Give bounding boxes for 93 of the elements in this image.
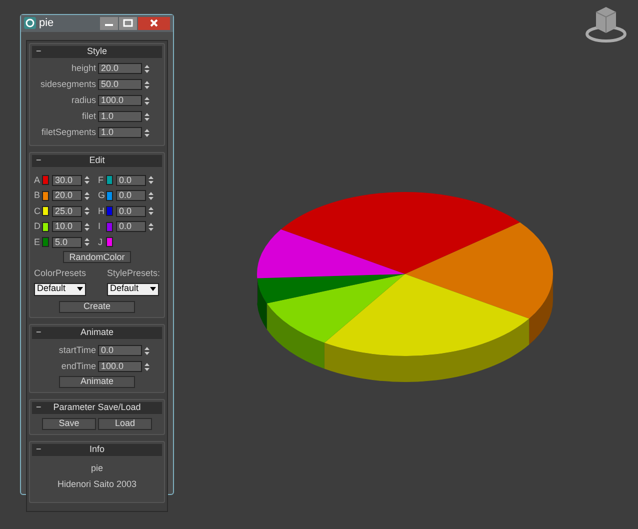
caret-icon xyxy=(77,287,83,291)
collapse-toggle[interactable]: − xyxy=(36,47,46,56)
window-title: pie xyxy=(39,16,55,31)
rollout-title: Info xyxy=(88,445,106,454)
color-swatch[interactable] xyxy=(106,222,113,232)
spinner-arrows-icon[interactable] xyxy=(144,96,150,106)
color-swatch[interactable] xyxy=(42,175,49,186)
number-field[interactable]: 100.0 xyxy=(98,361,142,372)
collapse-toggle[interactable]: − xyxy=(36,328,46,337)
number-field[interactable]: 5.0 xyxy=(52,236,82,248)
rollout-title: Parameter Save/Load xyxy=(52,403,142,412)
file-button[interactable]: Save xyxy=(42,418,96,430)
slice-letter: H xyxy=(98,204,106,218)
viewcube-icon[interactable] xyxy=(584,4,628,44)
spinner-arrows-icon[interactable] xyxy=(84,237,90,248)
slice-letter: E xyxy=(34,236,42,248)
color-swatch[interactable] xyxy=(42,190,49,201)
number-field[interactable]: 25.0 xyxy=(52,206,82,217)
rollout-title: Edit xyxy=(88,156,106,165)
number-field[interactable]: 30.0 xyxy=(52,174,82,186)
rollout-header[interactable]: − Info xyxy=(32,444,162,456)
info-text: Hidenori Saito 2003 xyxy=(57,478,137,491)
number-field[interactable]: 100.0 xyxy=(98,95,142,106)
close-button[interactable] xyxy=(138,16,170,30)
number-field[interactable]: 0.0 xyxy=(116,174,146,186)
spinner-arrows-icon[interactable] xyxy=(148,222,154,232)
spinner-arrows-icon[interactable] xyxy=(84,175,90,186)
slice-letter: I xyxy=(98,220,102,233)
color-swatch[interactable] xyxy=(42,206,49,216)
color-swatch[interactable] xyxy=(42,237,49,248)
spinner-arrows-icon[interactable] xyxy=(84,222,90,232)
spinner-arrows-icon[interactable] xyxy=(148,190,154,201)
random-color-button[interactable]: RandomColor xyxy=(63,251,131,263)
number-field[interactable]: 0.0 xyxy=(116,206,146,217)
spinner-arrows-icon[interactable] xyxy=(144,128,150,138)
slice-letter: C xyxy=(34,204,42,218)
param-label: filet xyxy=(82,110,96,123)
preset-dropdown[interactable]: Default xyxy=(34,282,86,296)
rollout-header[interactable]: − Style xyxy=(32,46,162,58)
slice-letter: D xyxy=(34,220,42,233)
slice-letter: B xyxy=(34,189,42,202)
number-field[interactable]: 0.0 xyxy=(98,345,142,356)
app-icon xyxy=(24,17,36,30)
rollout-title: Animate xyxy=(79,328,115,337)
param-label: filetSegments xyxy=(41,126,96,139)
color-swatch[interactable] xyxy=(106,206,113,216)
preset-label: ColorPresets xyxy=(34,267,86,280)
number-field[interactable]: 50.0 xyxy=(98,79,142,90)
slice-letter: G xyxy=(98,189,106,202)
create-button[interactable]: Create xyxy=(59,300,135,312)
param-label: height xyxy=(71,62,96,75)
spinner-arrows-icon[interactable] xyxy=(84,206,90,216)
spinner-arrows-icon[interactable] xyxy=(144,64,150,74)
spinner-arrows-icon[interactable] xyxy=(148,175,154,186)
color-swatch[interactable] xyxy=(106,175,113,186)
color-swatch[interactable] xyxy=(106,190,113,201)
number-field[interactable]: 1.0 xyxy=(98,127,142,138)
number-field[interactable]: 20.0 xyxy=(52,190,82,202)
number-field[interactable]: 0.0 xyxy=(116,221,146,232)
param-label: sidesegments xyxy=(40,78,96,91)
slice-letter: F xyxy=(98,174,104,186)
spinner-arrows-icon[interactable] xyxy=(144,346,150,356)
number-field[interactable]: 10.0 xyxy=(52,221,82,232)
collapse-toggle[interactable]: − xyxy=(36,156,46,165)
spinner-arrows-icon[interactable] xyxy=(84,190,90,201)
color-swatch[interactable] xyxy=(42,222,49,232)
rollout-header[interactable]: − Animate xyxy=(32,326,162,338)
preset-label: StylePresets: xyxy=(106,267,160,280)
maximize-button[interactable] xyxy=(119,16,137,30)
animate-button[interactable]: Animate xyxy=(59,376,135,388)
slice-letter: A xyxy=(34,174,42,186)
collapse-toggle[interactable]: − xyxy=(36,403,46,412)
spinner-arrows-icon[interactable] xyxy=(148,206,154,216)
rollout-header[interactable]: − Edit xyxy=(32,154,162,166)
param-label: endTime xyxy=(61,360,96,373)
collapse-toggle[interactable]: − xyxy=(36,445,46,454)
spinner-arrows-icon[interactable] xyxy=(144,112,150,122)
preset-dropdown[interactable]: Default xyxy=(106,282,159,296)
number-field[interactable]: 0.0 xyxy=(116,190,146,202)
spinner-arrows-icon[interactable] xyxy=(144,362,150,372)
rollout-title: Style xyxy=(86,47,108,56)
color-swatch[interactable] xyxy=(106,237,113,248)
caret-icon xyxy=(150,287,156,291)
number-field[interactable]: 1.0 xyxy=(98,111,142,122)
number-field[interactable]: 20.0 xyxy=(98,63,142,74)
info-text: pie xyxy=(90,462,103,475)
slice-letter: J xyxy=(98,236,104,248)
rollout-header[interactable]: − Parameter Save/Load xyxy=(32,402,162,414)
minimize-button[interactable] xyxy=(100,16,118,30)
param-label: startTime xyxy=(58,344,96,357)
file-button[interactable]: Load xyxy=(98,418,152,430)
param-label: radius xyxy=(71,94,96,107)
spinner-arrows-icon[interactable] xyxy=(144,80,150,90)
